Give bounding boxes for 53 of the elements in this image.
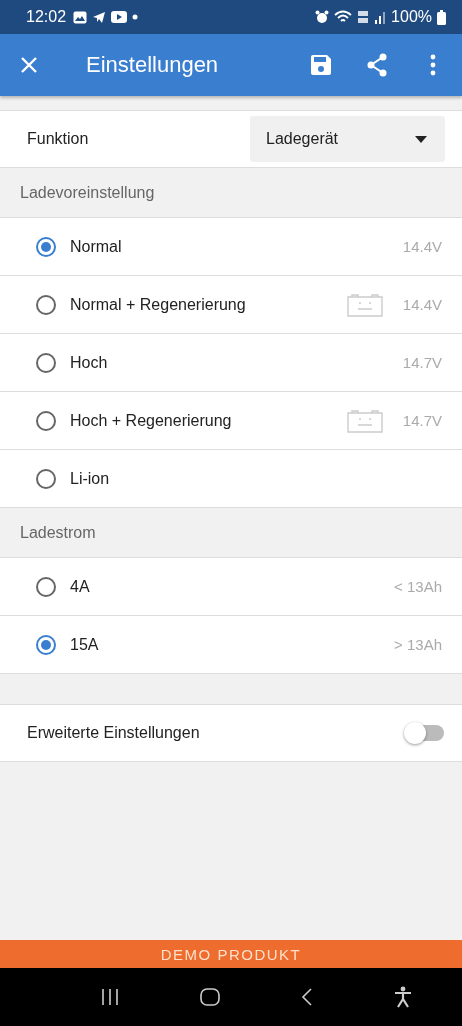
battery-icon xyxy=(437,9,446,25)
radio-button[interactable] xyxy=(36,410,56,431)
home-icon[interactable] xyxy=(200,987,220,1007)
recents-icon[interactable] xyxy=(100,987,120,1007)
close-icon xyxy=(20,56,38,74)
advanced-label: Erweiterte Einstellungen xyxy=(27,724,200,742)
caret-icon xyxy=(415,135,427,143)
option-value: 14.7V xyxy=(402,354,442,371)
option-value: 14.7V xyxy=(402,412,442,429)
option-value: < 13Ah xyxy=(394,578,442,595)
radio-button[interactable] xyxy=(36,634,56,655)
signal-icon xyxy=(374,10,387,24)
status-time: 12:02 xyxy=(26,8,67,26)
radio-button[interactable] xyxy=(36,294,56,315)
option-label: Hoch + Regenerierung xyxy=(70,411,232,430)
radio-button[interactable] xyxy=(36,576,56,597)
option-row[interactable]: Normal 14.4V xyxy=(0,218,462,276)
function-label: Funktion xyxy=(27,130,89,148)
option-row[interactable]: Hoch + Regenerierung 14.7V xyxy=(0,392,462,450)
share-icon xyxy=(365,53,389,77)
dot-icon xyxy=(132,14,139,20)
section-header: Ladevoreinstellung xyxy=(20,183,155,202)
paper-plane-icon xyxy=(92,10,107,24)
image-icon xyxy=(73,10,88,24)
option-row[interactable]: 15A > 13Ah xyxy=(0,616,462,674)
back-icon[interactable] xyxy=(300,987,314,1007)
option-row[interactable]: Li-ion xyxy=(0,450,462,508)
option-label: Normal xyxy=(70,237,122,256)
radio-button[interactable] xyxy=(36,236,56,257)
option-label: Li-ion xyxy=(70,469,110,488)
battery-percent: 100% xyxy=(391,8,432,26)
option-value: > 13Ah xyxy=(394,636,442,653)
section-header: Ladestrom xyxy=(20,523,96,542)
radio-button[interactable] xyxy=(36,468,56,489)
option-row[interactable]: Normal + Regenerierung 14.4V xyxy=(0,276,462,334)
option-row[interactable]: 4A < 13Ah xyxy=(0,558,462,616)
radio-button[interactable] xyxy=(36,352,56,373)
option-row[interactable]: Hoch 14.7V xyxy=(0,334,462,392)
alarm-icon xyxy=(315,10,330,24)
function-dropdown[interactable]: Ladegerät xyxy=(250,116,445,162)
option-label: 15A xyxy=(70,635,99,654)
demo-banner: DEMO PRODUKT xyxy=(0,940,462,968)
wifi-icon xyxy=(334,10,353,24)
option-value: 14.4V xyxy=(402,296,442,313)
lte-icon xyxy=(357,10,370,24)
option-label: 4A xyxy=(70,577,90,596)
more-icon xyxy=(430,54,436,76)
play-icon xyxy=(111,11,128,23)
accessibility-icon[interactable] xyxy=(394,986,412,1008)
option-label: Hoch xyxy=(70,353,108,372)
option-value: 14.4V xyxy=(402,238,442,255)
option-label: Normal + Regenerierung xyxy=(70,295,246,314)
window-title: Einstellungen xyxy=(86,52,219,78)
